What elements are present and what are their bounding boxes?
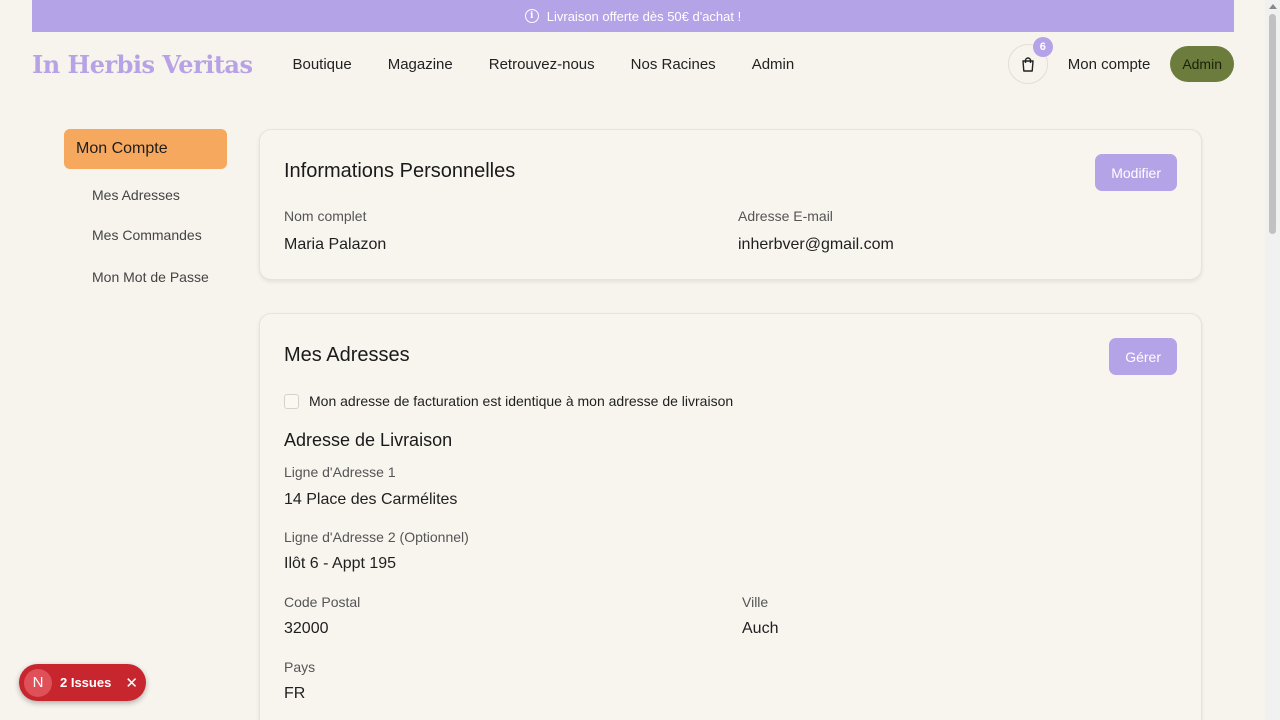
next-logo-icon: N [24,668,52,697]
line1-value: 14 Place des Carmélites [284,491,458,508]
shipping-address-title: Adresse de Livraison [284,430,453,450]
line2-label: Ligne d'Adresse 2 (Optionnel) [284,529,469,545]
email-label: Adresse E-mail [738,208,833,224]
site-logo[interactable]: In Herbis Veritas [32,50,253,79]
same-billing-checkbox[interactable] [284,393,299,409]
nav-item-admin[interactable]: Admin [752,56,795,73]
sidebar-item-mes-adresses[interactable]: Mes Adresses [64,175,227,215]
manage-button[interactable]: Gérer [1109,338,1177,375]
scrollbar-thumb[interactable] [1269,14,1276,234]
shopping-bag-icon [1022,56,1034,72]
nav-item-magazine[interactable]: Magazine [388,56,453,73]
line2-value: Ilôt 6 - Appt 195 [284,555,397,572]
nav-item-boutique[interactable]: Boutique [292,56,351,73]
country-label: Pays [284,659,316,675]
promo-banner: i Livraison offerte dès 50€ d'achat ! [32,0,1234,32]
personal-info-card: Informations Personnelles Modifier Nom c… [259,129,1202,280]
header-actions: 6 Mon compte Admin [1007,37,1234,84]
info-icon: i [524,9,539,23]
postal-code-label: Code Postal [284,594,361,610]
same-billing-row: Mon adresse de facturation est identique… [284,393,733,409]
main-nav: Boutique Magazine Retrouvez-nous Nos Rac… [292,56,794,73]
edit-button[interactable]: Modifier [1095,154,1177,191]
promo-text: Livraison offerte dès 50€ d'achat ! [546,8,742,24]
close-icon[interactable]: ✕ [125,674,138,692]
name-label: Nom complet [284,208,367,224]
account-sidebar: Mon Compte Mes Adresses Mes Commandes Mo… [64,129,227,297]
email-value: inherbver@gmail.com [738,236,894,253]
admin-button[interactable]: Admin [1170,46,1234,82]
personal-info-title: Informations Personnelles [284,160,516,182]
line1-label: Ligne d'Adresse 1 [284,464,396,480]
my-account-link[interactable]: Mon compte [1068,56,1151,73]
scroll-up-arrow-icon[interactable] [1269,4,1277,9]
name-value: Maria Palazon [284,236,387,253]
addresses-card: Mes Adresses Gérer Mon adresse de factur… [259,313,1202,720]
sidebar-item-mot-de-passe[interactable]: Mon Mot de Passe [64,257,227,297]
nav-item-nos-racines[interactable]: Nos Racines [631,56,716,73]
same-billing-label: Mon adresse de facturation est identique… [309,393,734,409]
cart-count-badge: 6 [1032,37,1053,57]
postal-code-value: 32000 [284,620,329,637]
issues-badge[interactable]: N 2 Issues ✕ [19,664,146,701]
nav-item-retrouvez-nous[interactable]: Retrouvez-nous [489,56,595,73]
city-value: Auch [742,620,779,637]
site-header: In Herbis Veritas Boutique Magazine Retr… [32,32,1234,96]
city-label: Ville [742,594,769,610]
addresses-title: Mes Adresses [284,344,410,366]
issues-count: 2 Issues [60,675,112,690]
country-value: FR [284,685,306,702]
sidebar-item-mon-compte[interactable]: Mon Compte [64,129,227,169]
cart-button[interactable]: 6 [1007,37,1053,84]
sidebar-item-mes-commandes[interactable]: Mes Commandes [64,215,227,255]
page-scrollbar[interactable] [1265,0,1280,720]
